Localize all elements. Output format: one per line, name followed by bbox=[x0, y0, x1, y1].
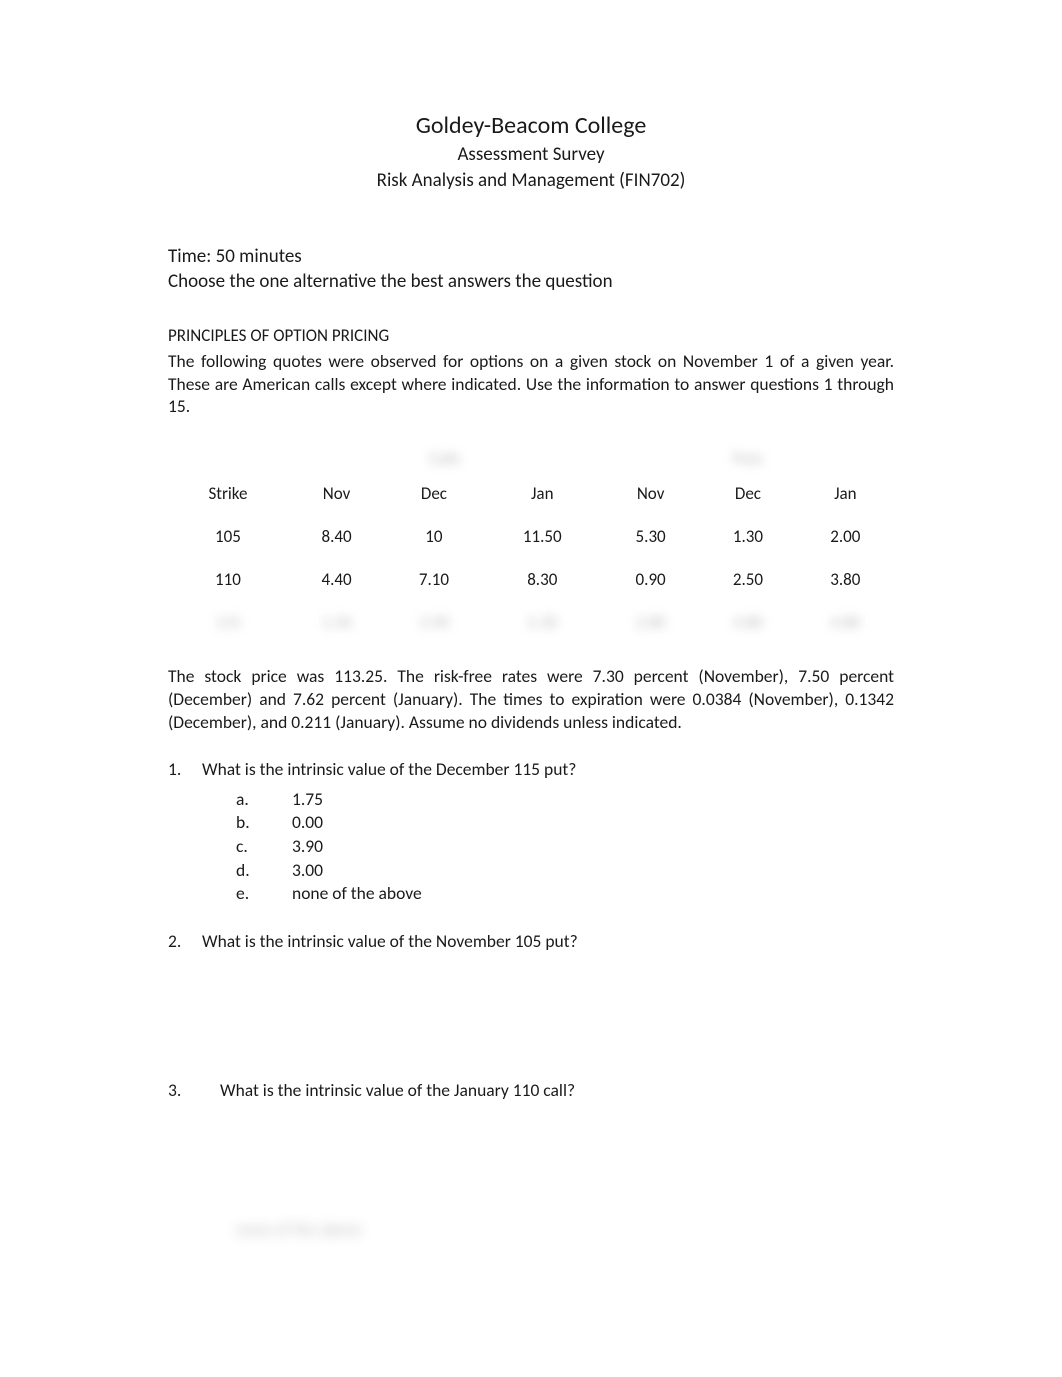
option-c: c.3.90 bbox=[236, 835, 894, 859]
question-1-options: a.1.75 b.0.00 c.3.90 d.3.00 e.none of th… bbox=[236, 788, 894, 906]
question-text: What is the intrinsic value of the Janua… bbox=[220, 1079, 894, 1103]
question-3: 3. What is the intrinsic value of the Ja… bbox=[168, 1079, 894, 1103]
course-name: Risk Analysis and Management (FIN702) bbox=[168, 168, 894, 194]
calls-header: Calls bbox=[288, 438, 602, 479]
table-column-headers: Strike Nov Dec Jan Nov Dec Jan bbox=[168, 479, 894, 516]
options-price-table: Calls Puts Strike Nov Dec Jan Nov Dec Ja… bbox=[168, 438, 894, 645]
table-group-header: Calls Puts bbox=[168, 438, 894, 479]
col-dec: Dec bbox=[385, 479, 482, 516]
question-2: 2. What is the intrinsic value of the No… bbox=[168, 930, 894, 954]
blurred-text: none of the above bbox=[236, 1219, 894, 1242]
col-strike: Strike bbox=[168, 479, 288, 516]
option-e: e.none of the above bbox=[236, 882, 894, 906]
col-dec2: Dec bbox=[699, 479, 796, 516]
question-text: What is the intrinsic value of the Novem… bbox=[202, 930, 894, 954]
option-a: a.1.75 bbox=[236, 788, 894, 812]
table-row: 110 4.40 7.10 8.30 0.90 2.50 3.80 bbox=[168, 559, 894, 602]
question-1: 1. What is the intrinsic value of the De… bbox=[168, 758, 894, 782]
col-nov2: Nov bbox=[602, 479, 699, 516]
instructions-block: Time: 50 minutes Choose the one alternat… bbox=[168, 244, 894, 295]
section-intro: The following quotes were observed for o… bbox=[168, 350, 894, 418]
question-number: 1. bbox=[168, 758, 202, 782]
col-jan: Jan bbox=[483, 479, 602, 516]
question-number: 3. bbox=[168, 1079, 220, 1103]
college-title: Goldey-Beacom College bbox=[168, 110, 894, 142]
question-number: 2. bbox=[168, 930, 202, 954]
stock-info-text: The stock price was 113.25. The risk-fre… bbox=[168, 665, 894, 734]
option-d: d.3.00 bbox=[236, 859, 894, 883]
choose-instruction: Choose the one alternative the best answ… bbox=[168, 269, 894, 295]
table-row: 115 1.50 3.90 5.30 2.80 4.80 4.80 bbox=[168, 602, 894, 645]
col-jan2: Jan bbox=[797, 479, 894, 516]
section-heading: PRINCIPLES OF OPTION PRICING bbox=[168, 325, 894, 348]
time-limit: Time: 50 minutes bbox=[168, 244, 894, 270]
col-nov: Nov bbox=[288, 479, 385, 516]
puts-header: Puts bbox=[602, 438, 894, 479]
document-header: Goldey-Beacom College Assessment Survey … bbox=[168, 110, 894, 194]
doc-subtitle: Assessment Survey bbox=[168, 142, 894, 168]
table-row: 105 8.40 10 11.50 5.30 1.30 2.00 bbox=[168, 516, 894, 559]
question-text: What is the intrinsic value of the Decem… bbox=[202, 758, 894, 782]
option-b: b.0.00 bbox=[236, 811, 894, 835]
